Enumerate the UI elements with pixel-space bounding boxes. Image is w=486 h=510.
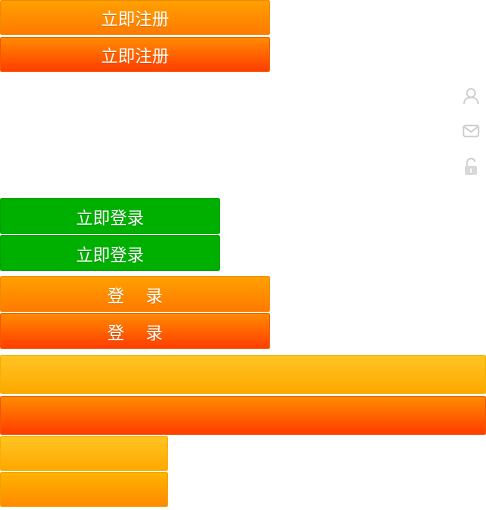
wide-button-yellow[interactable] [0,355,486,394]
login-now-button-label: 立即登录 [76,208,144,229]
wide-button-red[interactable] [0,396,486,435]
small-button-yellow[interactable] [0,436,168,471]
login-now-button-primary[interactable]: 立即登录 [0,198,220,234]
unlock-icon [462,157,480,175]
small-button-orange[interactable] [0,472,168,507]
register-button-label: 立即注册 [101,47,169,67]
login-now-button-label: 立即登录 [76,245,144,266]
user-icon [462,87,480,105]
register-button-hover[interactable]: 立即注册 [0,37,270,72]
register-button-label: 立即注册 [101,10,169,30]
login-button-hover[interactable]: 登 录 [0,313,270,349]
register-button-primary[interactable]: 立即注册 [0,0,270,35]
login-button-label: 登 录 [107,286,163,307]
login-button-primary[interactable]: 登 录 [0,276,270,312]
login-button-label: 登 录 [107,323,163,344]
mail-icon [462,122,480,140]
login-now-button-hover[interactable]: 立即登录 [0,235,220,271]
